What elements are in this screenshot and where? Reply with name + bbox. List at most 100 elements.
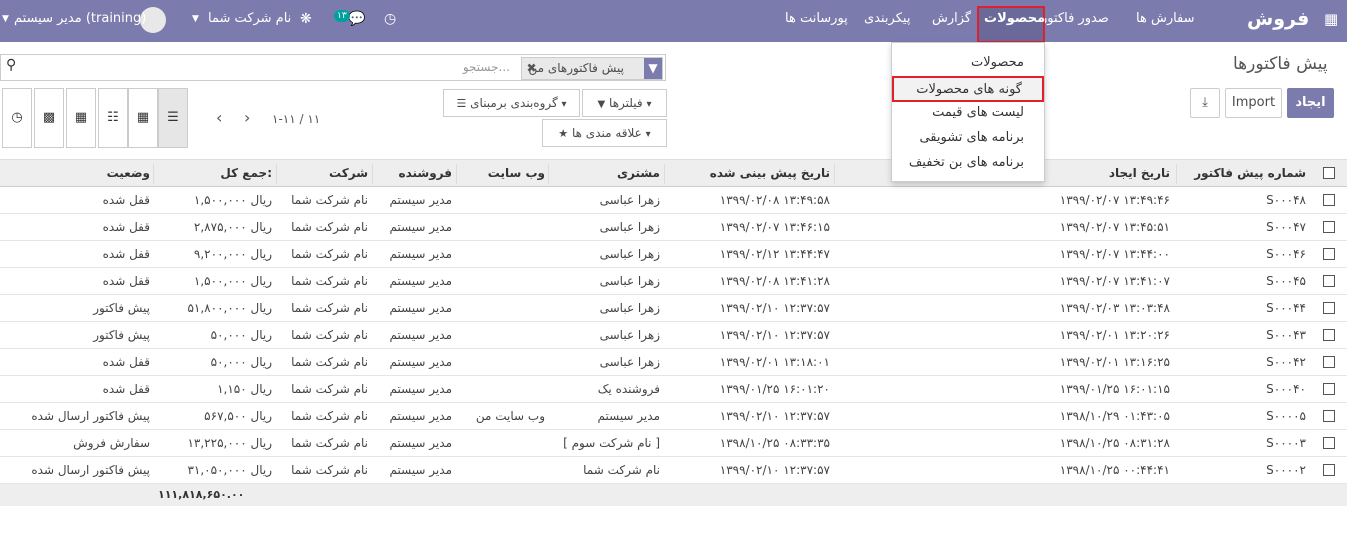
table-row[interactable]: S۰۰۰۴۵ ۱۳۹۹/۰۲/۰۷ ۱۳:۴۱:۰۷ ۱۳۹۹/۰۲/۰۸ ۱۳:۴… bbox=[0, 268, 1347, 295]
cell-company: نام شرکت شما bbox=[291, 436, 368, 450]
create-button[interactable]: ایجاد bbox=[1287, 88, 1334, 118]
graph-view-icon[interactable]: ▩ bbox=[34, 88, 64, 148]
cell-salesperson: مدیر سیستم bbox=[389, 220, 453, 234]
table-row[interactable]: S۰۰۰۴۸ ۱۳۹۹/۰۲/۰۷ ۱۳:۴۹:۴۶ ۱۳۹۹/۰۲/۰۸ ۱۳:۴… bbox=[0, 187, 1347, 214]
cell-website bbox=[460, 295, 545, 321]
dropdown-item-coupons[interactable]: برنامه های بن تخفیف bbox=[892, 151, 1044, 175]
dropdown-item-products[interactable]: محصولات bbox=[892, 51, 1044, 75]
cell-number: S۰۰۰۰۵ bbox=[1266, 409, 1306, 423]
row-checkbox[interactable] bbox=[1323, 410, 1335, 422]
cell-expected-date: ۱۳۹۹/۰۲/۱۲ ۱۳:۴۴:۴۷ bbox=[719, 247, 830, 261]
activity-view-icon[interactable]: ◷ bbox=[2, 88, 32, 148]
row-checkbox[interactable] bbox=[1323, 356, 1335, 368]
apps-grid-icon[interactable]: ▦ bbox=[1324, 0, 1338, 42]
user-menu[interactable]: مدیر سیستم (training) bbox=[14, 0, 146, 42]
pivot-view-icon[interactable]: ▦ bbox=[66, 88, 96, 148]
col-number[interactable]: شماره پیش فاکتور bbox=[1176, 160, 1306, 186]
row-checkbox[interactable] bbox=[1323, 329, 1335, 341]
filters-button[interactable]: ▼ فیلترها ▾ bbox=[582, 89, 667, 117]
menu-commissions[interactable]: پورسانت ها bbox=[785, 0, 848, 42]
cell-website bbox=[460, 268, 545, 294]
caret-down-icon: ▾ bbox=[646, 99, 652, 110]
calendar-view-icon[interactable]: ☷ bbox=[98, 88, 128, 148]
cell-customer: زهرا عباسی bbox=[599, 220, 660, 234]
cell-status: سفارش فروش bbox=[73, 436, 150, 450]
app-brand[interactable]: فروش bbox=[1247, 0, 1309, 42]
cell-customer: مدیر سیستم bbox=[597, 409, 661, 423]
row-checkbox[interactable] bbox=[1323, 275, 1335, 287]
cell-total: ۹,۲۰۰,۰۰۰ ریال bbox=[193, 247, 272, 261]
search-input[interactable]: جستجو... bbox=[463, 60, 510, 74]
favorites-button[interactable]: ★ علاقه مندی ها ▾ bbox=[542, 119, 667, 147]
table-row[interactable]: S۰۰۰۴۰ ۱۳۹۹/۰۱/۲۵ ۱۶:۰۱:۱۵ ۱۳۹۹/۰۱/۲۵ ۱۶:۰… bbox=[0, 376, 1347, 403]
table-row[interactable]: S۰۰۰۰۲ ۱۳۹۸/۱۰/۲۵ ۰۰:۴۴:۴۱ ۱۳۹۹/۰۲/۱۰ ۱۲:۳… bbox=[0, 457, 1347, 484]
table-row[interactable]: S۰۰۰۴۴ ۱۳۹۹/۰۲/۰۳ ۱۳:۰۳:۴۸ ۱۳۹۹/۰۲/۱۰ ۱۲:۳… bbox=[0, 295, 1347, 322]
cell-company: نام شرکت شما bbox=[291, 463, 368, 477]
col-website[interactable]: وب سایت bbox=[460, 160, 545, 186]
menu-invoicing[interactable]: صدور فاکتور bbox=[1041, 0, 1109, 42]
chat-icon[interactable]: 💬 bbox=[348, 0, 365, 42]
row-checkbox[interactable] bbox=[1323, 383, 1335, 395]
dropdown-item-pricelists[interactable]: لیست های قیمت bbox=[892, 101, 1044, 125]
groupby-button[interactable]: ☰ گروه‌بندی برمبنای ▾ bbox=[443, 89, 580, 117]
pager-prev-icon[interactable]: ‹ bbox=[216, 108, 222, 127]
bug-icon[interactable]: ❋ bbox=[300, 0, 312, 42]
cell-create-date: ۱۳۹۸/۱۰/۲۵ ۰۰:۴۴:۴۱ bbox=[1059, 463, 1170, 477]
menu-reporting[interactable]: گزارش bbox=[932, 0, 971, 42]
cell-number: S۰۰۰۴۳ bbox=[1266, 328, 1306, 342]
table-row[interactable]: S۰۰۰۴۳ ۱۳۹۹/۰۲/۰۱ ۱۳:۲۰:۲۶ ۱۳۹۹/۰۲/۱۰ ۱۲:۳… bbox=[0, 322, 1347, 349]
cell-status: پیش فاکتور ارسال شده bbox=[31, 409, 150, 423]
row-checkbox[interactable] bbox=[1323, 302, 1335, 314]
cell-website bbox=[460, 349, 545, 375]
cell-salesperson: مدیر سیستم bbox=[389, 436, 453, 450]
cell-expected-date: ۱۳۹۹/۰۲/۱۰ ۱۲:۳۷:۵۷ bbox=[719, 409, 830, 423]
company-switcher[interactable]: نام شرکت شما bbox=[208, 0, 291, 42]
page-title: پیش فاکتورها bbox=[1233, 54, 1328, 74]
import-button[interactable]: Import bbox=[1225, 88, 1282, 118]
cell-salesperson: مدیر سیستم bbox=[389, 301, 453, 315]
list-view-icon[interactable]: ☰ bbox=[158, 88, 188, 148]
cell-create-date: ۱۳۹۹/۰۲/۰۳ ۱۳:۰۳:۴۸ bbox=[1059, 301, 1170, 315]
pager-value[interactable]: ۱-۱۱ / ۱۱ bbox=[272, 112, 320, 126]
col-total[interactable]: جمع کل: bbox=[154, 160, 272, 186]
col-salesperson[interactable]: فروشنده bbox=[376, 160, 453, 186]
remove-facet-icon[interactable]: ✖ bbox=[526, 58, 536, 79]
dropdown-item-promotions[interactable]: برنامه های تشویقی bbox=[892, 126, 1044, 150]
cell-customer: [ نام شرکت سوم ] bbox=[563, 436, 660, 450]
table-row[interactable]: S۰۰۰۰۳ ۱۳۹۸/۱۰/۲۵ ۰۸:۳۱:۲۸ ۱۳۹۸/۱۰/۲۵ ۰۸:۳… bbox=[0, 430, 1347, 457]
row-checkbox[interactable] bbox=[1323, 437, 1335, 449]
total-sum: ۱۱۱,۸۱۸,۶۵۰.۰۰ bbox=[158, 488, 245, 501]
cell-company: نام شرکت شما bbox=[291, 409, 368, 423]
clock-icon[interactable]: ◷ bbox=[384, 0, 396, 42]
row-checkbox[interactable] bbox=[1323, 248, 1335, 260]
menu-configuration[interactable]: پیکربندی bbox=[864, 0, 910, 42]
row-checkbox[interactable] bbox=[1323, 464, 1335, 476]
cell-total: ۱,۵۰۰,۰۰۰ ریال bbox=[193, 193, 272, 207]
pager-next-icon[interactable]: › bbox=[244, 108, 250, 127]
row-checkbox[interactable] bbox=[1323, 194, 1335, 206]
col-customer[interactable]: مشتری bbox=[550, 160, 660, 186]
row-checkbox[interactable] bbox=[1323, 221, 1335, 233]
table-row[interactable]: S۰۰۰۴۶ ۱۳۹۹/۰۲/۰۷ ۱۳:۴۴:۰۰ ۱۳۹۹/۰۲/۱۲ ۱۳:۴… bbox=[0, 241, 1347, 268]
table-row[interactable]: S۰۰۰۴۲ ۱۳۹۹/۰۲/۰۱ ۱۳:۱۶:۲۵ ۱۳۹۹/۰۲/۰۱ ۱۳:۱… bbox=[0, 349, 1347, 376]
col-expected-date[interactable]: تاریخ پیش بینی شده bbox=[670, 160, 830, 186]
menu-products[interactable]: محصولات bbox=[984, 0, 1045, 42]
select-all-checkbox[interactable] bbox=[1323, 167, 1335, 179]
search-bar[interactable]: ⚲ ✖ پیش فاکتورهای من ▼ جستجو... bbox=[0, 54, 666, 81]
dropdown-item-product-variants[interactable]: گونه های محصولات bbox=[892, 76, 1044, 102]
table-row[interactable]: S۰۰۰۴۷ ۱۳۹۹/۰۲/۰۷ ۱۳:۴۵:۵۱ ۱۳۹۹/۰۲/۰۷ ۱۳:۴… bbox=[0, 214, 1347, 241]
cell-create-date: ۱۳۹۸/۱۰/۲۹ ۰۱:۴۳:۰۵ bbox=[1059, 409, 1170, 423]
cell-expected-date: ۱۳۹۹/۰۲/۰۸ ۱۳:۴۱:۲۸ bbox=[719, 274, 830, 288]
kanban-view-icon[interactable]: ▦ bbox=[128, 88, 158, 148]
col-company[interactable]: شرکت bbox=[280, 160, 368, 186]
search-facet: ✖ پیش فاکتورهای من ▼ bbox=[521, 57, 663, 80]
col-status[interactable]: وضعیت bbox=[10, 160, 150, 186]
table-row[interactable]: S۰۰۰۰۵ ۱۳۹۸/۱۰/۲۹ ۰۱:۴۳:۰۵ ۱۳۹۹/۰۲/۱۰ ۱۲:۳… bbox=[0, 403, 1347, 430]
cell-create-date: ۱۳۹۸/۱۰/۲۵ ۰۸:۳۱:۲۸ bbox=[1059, 436, 1170, 450]
search-icon[interactable]: ⚲ bbox=[6, 57, 16, 73]
download-icon[interactable]: ⤓ bbox=[1190, 88, 1220, 118]
cell-company: نام شرکت شما bbox=[291, 382, 368, 396]
menu-orders[interactable]: سفارش ها bbox=[1136, 0, 1195, 42]
cell-customer: زهرا عباسی bbox=[599, 301, 660, 315]
col-create-date[interactable]: تاریخ ایجاد bbox=[1030, 160, 1170, 186]
